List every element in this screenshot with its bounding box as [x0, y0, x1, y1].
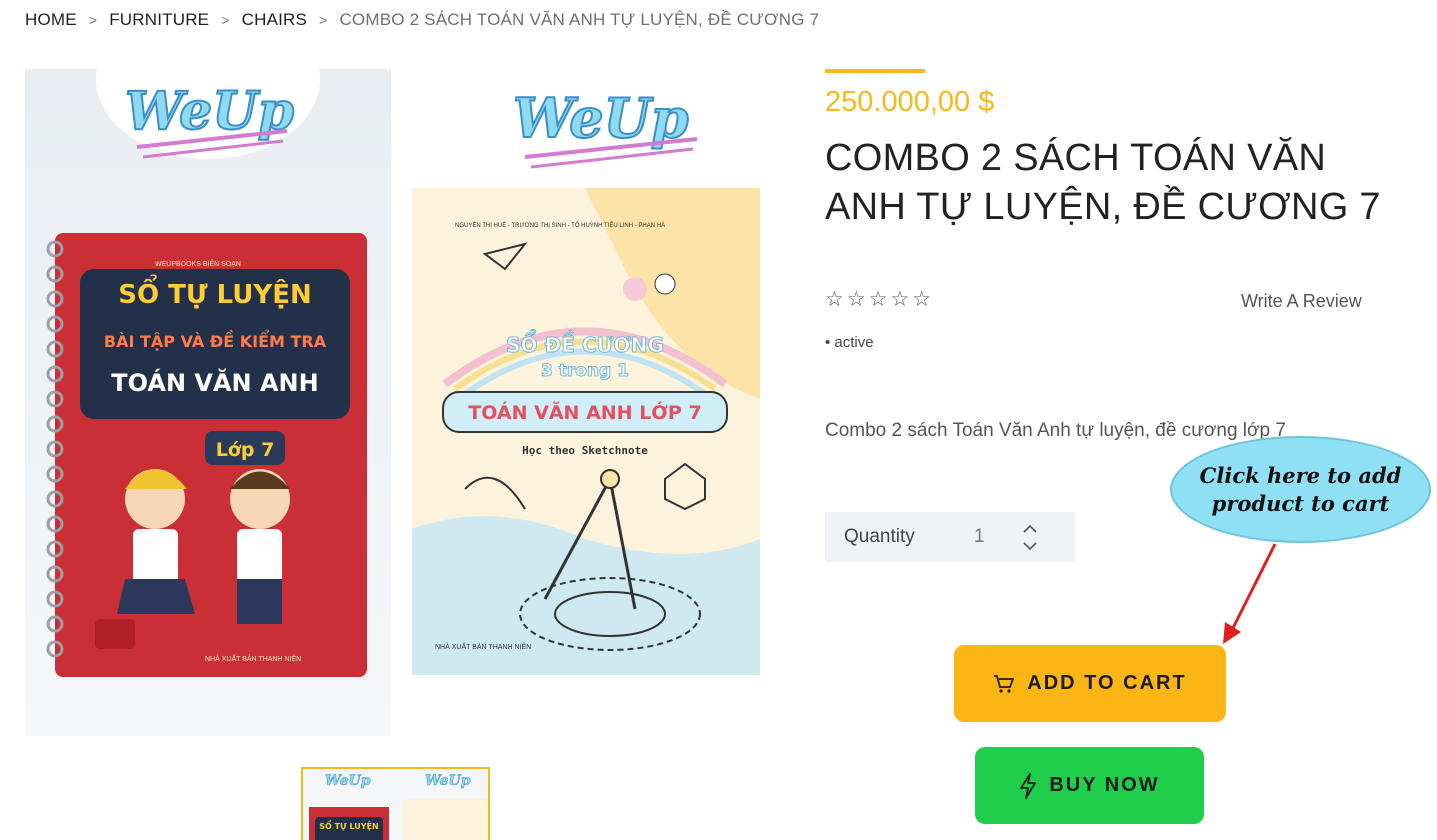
quantity-stepper: Quantity 1 [825, 512, 1075, 562]
breadcrumb-home[interactable]: HOME [25, 10, 77, 30]
buy-now-button[interactable]: BUY NOW [975, 747, 1204, 824]
svg-text:WeUp: WeUp [425, 773, 471, 789]
callout-line-1: Click here to add [1199, 462, 1402, 488]
breadcrumb-separator: > [319, 12, 328, 28]
quantity-label: Quantity [844, 526, 915, 547]
svg-text:Học theo Sketchnote: Học theo Sketchnote [522, 444, 648, 457]
svg-text:Lớp 7: Lớp 7 [216, 439, 275, 461]
buy-now-label: BUY NOW [1049, 774, 1160, 796]
callout-bubble: Click here to add product to cart [1170, 436, 1431, 543]
brand-logo-text: WeUp [513, 86, 689, 150]
callout-arrow-icon [1223, 543, 1277, 644]
product-description: Combo 2 sách Toán Văn Anh tự luyện, đề c… [825, 420, 1286, 441]
chevron-down-icon[interactable] [1020, 537, 1040, 555]
breadcrumb: HOME > FURNITURE > CHAIRS > COMBO 2 SÁCH… [25, 10, 819, 30]
product-main-image[interactable]: WeUp WeUp WEUPBOOKS BIÊN SOẠN SỔ TỰ LUYỆ… [25, 69, 780, 736]
svg-text:NGUYỄN THỊ HUẾ - TRƯƠNG THỊ SI: NGUYỄN THỊ HUẾ - TRƯƠNG THỊ SINH - TÔ HU… [455, 222, 665, 229]
title-accent-line [825, 69, 925, 73]
callout-text: Click here to add product to cart [1200, 462, 1402, 518]
svg-text:TOÁN VĂN ANH: TOÁN VĂN ANH [111, 367, 318, 397]
svg-text:WEUPBOOKS BIÊN SOẠN: WEUPBOOKS BIÊN SOẠN [155, 259, 241, 268]
svg-text:BÀI TẬP VÀ ĐỀ KIỂM TRA: BÀI TẬP VÀ ĐỀ KIỂM TRA [104, 329, 327, 351]
breadcrumb-separator: > [221, 12, 230, 28]
quantity-input[interactable]: 1 [974, 526, 1014, 548]
breadcrumb-separator: > [88, 12, 98, 28]
product-page: HOME > FURNITURE > CHAIRS > COMBO 2 SÁCH… [0, 0, 1437, 840]
quantity-spinner [1020, 519, 1040, 555]
rating-stars[interactable]: ☆☆☆☆☆ [825, 287, 934, 312]
breadcrumb-current: COMBO 2 SÁCH TOÁN VĂN ANH TỰ LUYỆN, ĐỀ C… [339, 10, 820, 29]
product-thumbnail[interactable]: WeUp WeUp SỔ TỰ LUYỆN [301, 767, 490, 840]
add-to-cart-label: ADD TO CART [1027, 672, 1187, 694]
product-status: • active [825, 334, 874, 351]
product-title: COMBO 2 SÁCH TOÁN VĂN ANH TỰ LUYỆN, ĐỀ C… [825, 137, 1381, 228]
add-to-cart-button[interactable]: ADD TO CART [954, 645, 1226, 722]
chevron-up-icon[interactable] [1020, 519, 1040, 537]
lightning-icon [1019, 772, 1037, 799]
callout-line-2: product to cart [1211, 490, 1390, 516]
breadcrumb-chairs[interactable]: CHAIRS [242, 10, 307, 30]
svg-text:3 trong 1: 3 trong 1 [541, 361, 629, 381]
svg-text:TOÁN VĂN ANH LỚP 7: TOÁN VĂN ANH LỚP 7 [468, 400, 701, 424]
cart-icon [993, 674, 1015, 694]
svg-text:SỔ ĐỀ CƯƠNG: SỔ ĐỀ CƯƠNG [506, 330, 664, 357]
product-price: 250.000,00 $ [825, 86, 995, 118]
write-review-link[interactable]: Write A Review [1241, 291, 1362, 312]
svg-text:WeUp: WeUp [325, 773, 371, 789]
breadcrumb-furniture[interactable]: FURNITURE [109, 10, 209, 30]
